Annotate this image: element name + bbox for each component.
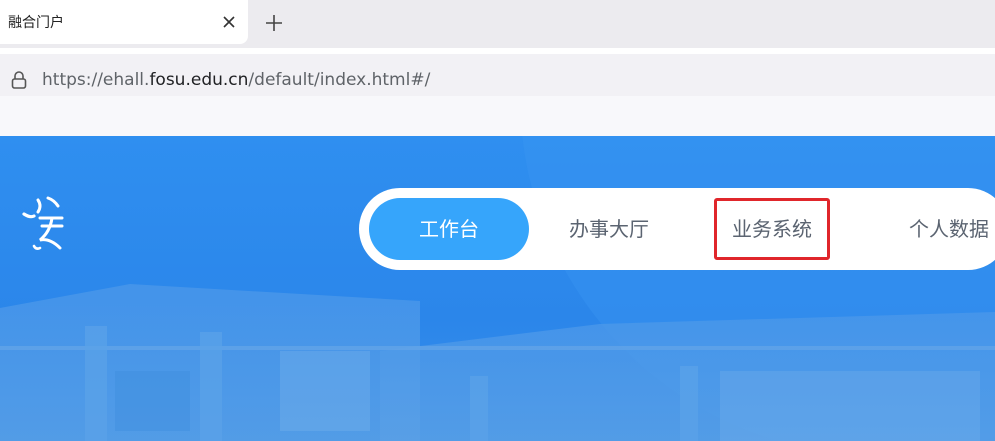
nav-service-hall[interactable]: 办事大厅 [539,198,679,260]
url-field[interactable]: https://ehall.fosu.edu.cn/default/index.… [0,54,995,96]
close-icon[interactable] [219,12,239,32]
portal-nav: 工作台 办事大厅 业务系统 个人数据 [359,188,995,270]
toolbar-gap [0,96,995,136]
new-tab-icon[interactable] [263,12,285,34]
school-logo [22,196,64,250]
url-prefix: https://ehall. [42,70,150,90]
campus-building-illustration [0,136,995,441]
nav-business-systems[interactable]: 业务系统 [714,198,830,260]
lock-icon[interactable] [10,70,28,90]
tab-title: 融合门户 [8,15,64,31]
url-domain: fosu.edu.cn [149,70,249,90]
nav-personal-data[interactable]: 个人数据 [879,198,995,260]
nav-workbench[interactable]: 工作台 [369,198,529,260]
browser-tab-strip: 融合门户 [0,0,995,48]
url-path: /default/index.html#/ [248,70,431,90]
url-text[interactable]: https://ehall.fosu.edu.cn/default/index.… [42,70,430,90]
browser-tab[interactable]: 融合门户 [0,0,248,44]
portal-hero: 工作台 办事大厅 业务系统 个人数据 [0,136,995,441]
address-bar: https://ehall.fosu.edu.cn/default/index.… [0,48,995,96]
